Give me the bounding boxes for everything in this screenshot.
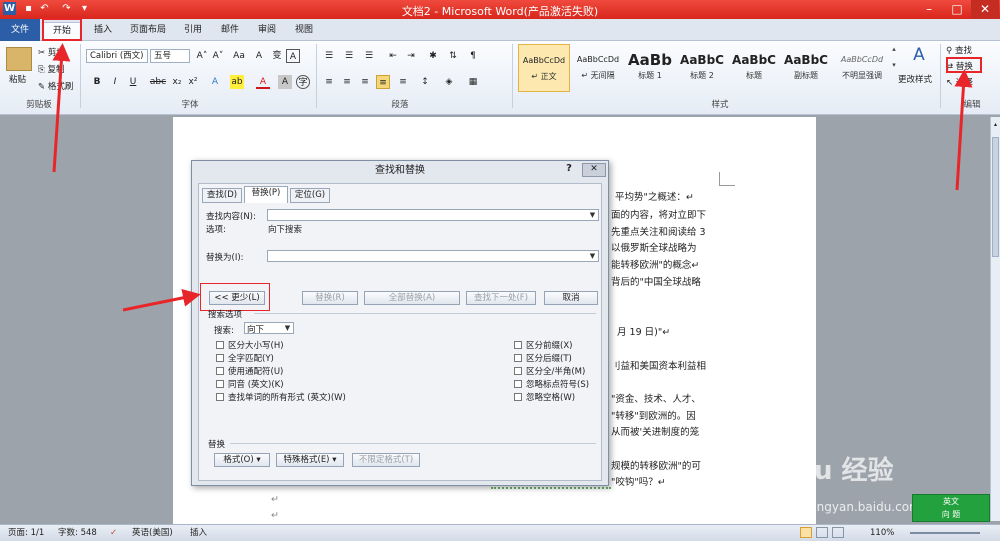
baidu-url: jingyan.baidu.com — [810, 500, 921, 514]
arrow-to-less-button — [122, 288, 201, 312]
insert-mode[interactable]: 插入 — [190, 525, 207, 541]
status-bar: 页面: 1/1 字数: 548 ✓ 英语(美国) 插入 110% — [0, 524, 1000, 541]
word-count[interactable]: 字数: 548 — [58, 525, 97, 541]
ime-toolbar[interactable]: 英文向 题 — [912, 494, 990, 522]
page-count[interactable]: 页面: 1/1 — [8, 525, 44, 541]
arrow-to-home-tab — [52, 43, 71, 173]
print-layout-icon[interactable] — [800, 527, 812, 538]
full-screen-icon[interactable] — [816, 527, 828, 538]
proofing-icon[interactable]: ✓ — [110, 525, 117, 541]
zoom-level[interactable]: 110% — [870, 525, 894, 541]
zoom-slider[interactable] — [910, 532, 980, 534]
arrow-to-replace-button — [954, 69, 973, 191]
web-layout-icon[interactable] — [832, 527, 844, 538]
baidu-watermark: Bai du 经验 — [740, 456, 894, 486]
language[interactable]: 英语(美国) — [132, 525, 173, 541]
ime-label-bottom: 向 题 — [941, 510, 961, 519]
ime-label-top: 英文 — [943, 497, 959, 506]
